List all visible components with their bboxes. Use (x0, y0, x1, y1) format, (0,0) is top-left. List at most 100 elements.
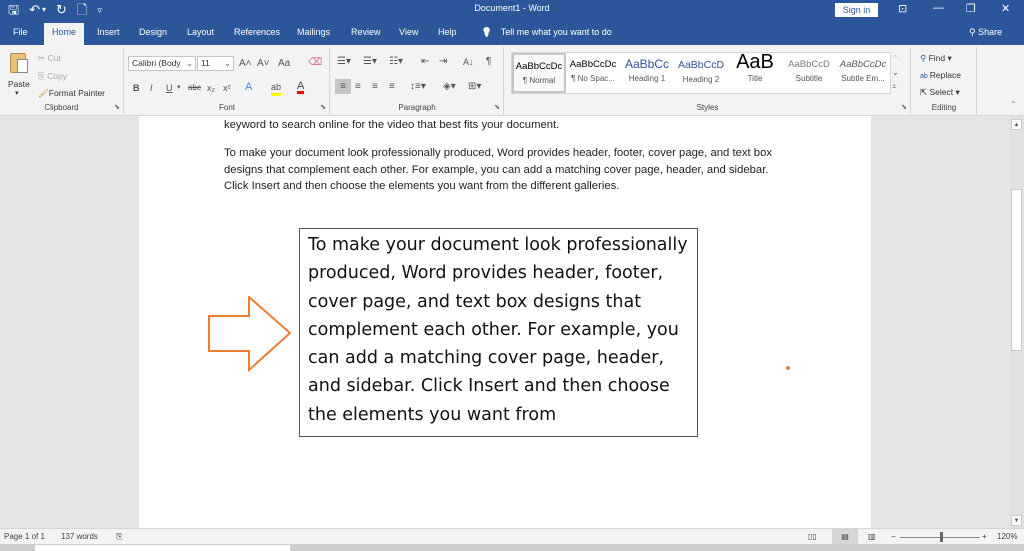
clipboard-group-label: Clipboard (44, 103, 79, 112)
align-right-button[interactable]: ≡ (372, 81, 378, 93)
page-count[interactable]: Page 1 of 1 (4, 532, 45, 541)
shading-button[interactable]: ◈▾ (443, 81, 456, 93)
tab-layout[interactable]: Layout (187, 27, 214, 37)
numbering-button[interactable]: ☰▾ (363, 56, 377, 68)
scroll-up-arrow-icon[interactable]: ▲ (1011, 119, 1022, 130)
tab-file[interactable]: File (13, 27, 28, 37)
style-heading-1[interactable]: AaBbCc Heading 1 (620, 53, 674, 93)
superscript-button[interactable]: x² (223, 82, 231, 94)
font-name-combo[interactable]: Calibri (Body ⌄ (128, 56, 196, 71)
scrollbar-thumb[interactable] (1011, 189, 1022, 351)
styles-gallery: AaBbCcDc ¶ Normal AaBbCcDc ¶ No Spac... … (511, 52, 891, 94)
right-arrow-shape[interactable] (208, 296, 292, 372)
center-button[interactable]: ≡ (355, 81, 361, 93)
sign-in-button[interactable]: Sign in (835, 3, 878, 17)
zoom-level[interactable]: 120% (997, 532, 1017, 541)
restore-button[interactable]: ❐ (966, 2, 976, 15)
copy-icon: ⎘ (38, 71, 48, 81)
style-heading-2[interactable]: AaBbCcD Heading 2 (674, 53, 728, 93)
tell-me-search[interactable]: 💡 Tell me what you want to do (481, 27, 612, 38)
font-launcher-icon[interactable]: ⬊ (320, 103, 326, 111)
line-spacing-button[interactable]: ↕≡▾ (410, 81, 426, 93)
clipboard-launcher-icon[interactable]: ⬊ (114, 103, 120, 111)
select-button[interactable]: ⇱ Select ▾ (920, 87, 960, 98)
styles-scroll-down-icon[interactable]: ⌄ (892, 67, 899, 79)
proofing-icon[interactable]: ⎘ (116, 532, 122, 542)
document-page[interactable]: keyword to search online for the video t… (139, 116, 871, 528)
collapse-ribbon-icon[interactable]: ⌃ (1010, 99, 1017, 111)
styles-group-label: Styles (696, 103, 719, 112)
copy-button[interactable]: ⎘ Copy (38, 71, 67, 82)
borders-button[interactable]: ⊞▾ (468, 81, 481, 93)
close-button[interactable]: ✕ (1001, 2, 1010, 15)
grow-font-button[interactable]: A˄ (239, 58, 252, 70)
underline-button[interactable]: U (166, 82, 173, 94)
shrink-font-button[interactable]: A˅ (257, 58, 270, 70)
style-normal[interactable]: AaBbCcDc ¶ Normal (512, 53, 566, 93)
share-button[interactable]: ⚲ Share (969, 27, 1002, 38)
read-mode-icon[interactable]: ▯▯ (808, 532, 817, 541)
style-subtle-emphasis[interactable]: AaBbCcDc Subtle Em... (836, 53, 890, 93)
zoom-slider-knob[interactable] (940, 532, 943, 542)
tab-home[interactable]: Home (44, 23, 85, 45)
underline-dropdown-icon[interactable]: ▾ (177, 82, 181, 94)
styles-launcher-icon[interactable]: ⬊ (901, 103, 907, 111)
clear-formatting-icon[interactable]: ⌫ (308, 57, 322, 69)
bold-button[interactable]: B (133, 82, 140, 94)
styles-more-icon[interactable]: ⩡ (892, 81, 897, 93)
replace-icon: ab (920, 73, 930, 80)
scroll-down-arrow-icon[interactable]: ▼ (1011, 515, 1022, 526)
justify-button[interactable]: ≡ (389, 81, 395, 93)
editing-group: ⚲ Find ▾ ab Replace ⇱ Select ▾ Editing (912, 47, 977, 114)
replace-button[interactable]: ab Replace (920, 70, 961, 80)
tab-insert[interactable]: Insert (97, 27, 120, 37)
font-color-button[interactable]: A (297, 81, 305, 94)
text-effects-button[interactable]: A (245, 81, 252, 93)
find-button[interactable]: ⚲ Find ▾ (920, 53, 952, 64)
tab-references[interactable]: References (234, 27, 280, 37)
tab-review[interactable]: Review (351, 27, 381, 37)
print-layout-icon[interactable]: ▤ (832, 529, 858, 544)
tab-view[interactable]: View (399, 27, 418, 37)
vertical-scrollbar[interactable]: ▲ ▼ (1010, 116, 1024, 528)
arrow-outline (208, 296, 292, 372)
text-box[interactable]: To make your document look professionall… (299, 228, 698, 437)
change-case-button[interactable]: Aa (278, 58, 290, 70)
cut-button[interactable]: ✂ Cut (38, 53, 61, 64)
font-group: Calibri (Body ⌄ 11 ⌄ A˄ A˅ Aa ⌫ B I U ▾ ab… (125, 47, 330, 114)
ribbon: Paste ▾ ✂ Cut ⎘ Copy 🖌Format Painter Cli… (0, 45, 1024, 116)
tab-mailings[interactable]: Mailings (297, 27, 330, 37)
decrease-indent-button[interactable]: ⇤ (421, 56, 429, 68)
show-formatting-marks-button[interactable]: ¶ (486, 56, 491, 68)
styles-scroll-up-icon[interactable]: ⌃ (892, 53, 899, 65)
zoom-in-button[interactable]: + (982, 532, 987, 541)
ribbon-display-options-icon[interactable]: ⊡ (898, 2, 907, 15)
increase-indent-button[interactable]: ⇥ (439, 56, 447, 68)
editing-group-label: Editing (931, 103, 957, 112)
multilevel-list-button[interactable]: ☷▾ (389, 56, 403, 68)
zoom-out-button[interactable]: − (891, 532, 896, 541)
paste-button[interactable]: Paste ▾ (5, 51, 35, 101)
minimize-button[interactable]: — (933, 2, 944, 14)
bullets-button[interactable]: ☰▾ (337, 56, 351, 68)
share-label: Share (978, 27, 1003, 37)
document-canvas: keyword to search online for the video t… (0, 116, 1010, 528)
subscript-button[interactable]: x₂ (207, 82, 215, 94)
ribbon-tabs: File Home Insert Design Layout Reference… (0, 20, 1024, 45)
format-painter-button[interactable]: 🖌Format Painter (38, 88, 105, 99)
tab-design[interactable]: Design (139, 27, 167, 37)
style-title[interactable]: AaB Title (728, 53, 782, 93)
sort-button[interactable]: A↓ (463, 56, 474, 68)
italic-button[interactable]: I (150, 82, 153, 94)
style-no-spacing[interactable]: AaBbCcDc ¶ No Spac... (566, 53, 620, 93)
tab-help[interactable]: Help (438, 27, 457, 37)
highlight-button[interactable]: ab (271, 81, 282, 96)
font-size-combo[interactable]: 11 ⌄ (197, 56, 234, 71)
chevron-down-icon: ⌄ (223, 58, 231, 68)
word-count[interactable]: 137 words (61, 532, 98, 541)
web-layout-icon[interactable]: ▥ (868, 532, 876, 541)
style-subtitle[interactable]: AaBbCcD Subtitle (782, 53, 836, 93)
align-left-button[interactable]: ≡ (335, 79, 351, 94)
paragraph-launcher-icon[interactable]: ⬊ (494, 103, 500, 111)
strikethrough-button[interactable]: abc (188, 82, 201, 94)
